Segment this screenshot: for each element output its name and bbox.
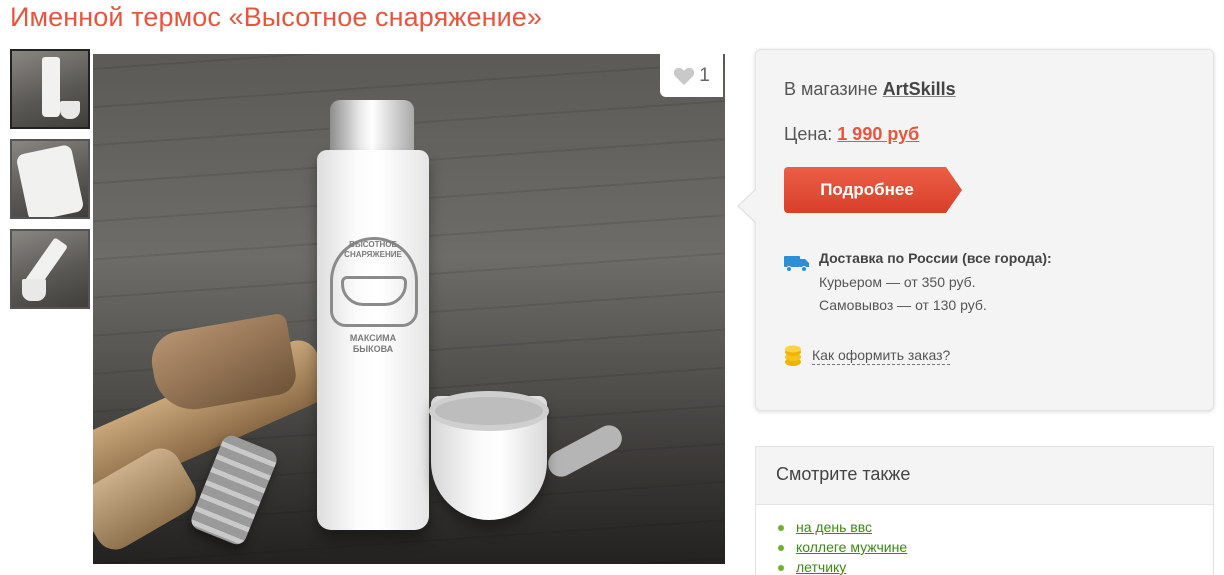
coins-icon [785,345,801,366]
see-also-link[interactable]: на день ввс [796,519,872,535]
like-count: 1 [699,64,710,86]
truck-icon [784,256,809,272]
see-also-link[interactable]: коллеге мужчине [796,539,907,555]
details-button[interactable]: Подробнее [784,167,962,213]
like-button[interactable]: 1 [660,54,723,97]
price-value[interactable]: 1 990 руб [837,124,919,144]
list-item: коллеге мужчине [778,537,1213,557]
thermos-neck [330,100,414,154]
visor-engraving [341,276,407,306]
delivery-pickup: Самовывоз — от 130 руб. [819,297,987,313]
thermos-cup-rim [429,391,549,431]
how-to-order-link[interactable]: Как оформить заказ? [812,346,951,365]
delivery-title: Доставка по России (все города): [819,250,1052,266]
see-also-box: Смотрите также на день ввс коллеге мужчи… [755,446,1214,575]
thumbnail-1[interactable] [10,49,90,129]
list-item: летчику [778,557,1213,575]
thumbnail-list [10,49,92,319]
list-item: на день ввс [778,517,1213,537]
store-label: В магазине [784,79,878,99]
price-label: Цена: [784,124,833,144]
heart-icon [674,67,695,85]
engraving-name-text: МАКСИМА БЫКОВА [349,333,397,354]
see-also-list: на день ввс коллеге мужчине летчику [756,505,1213,575]
delivery-courier: Курьером — от 350 руб. [819,274,976,290]
store-line: В магазине ArtSkills [784,79,956,100]
cup-shape [22,279,46,301]
see-also-link[interactable]: летчику [796,559,846,575]
price-line: Цена: 1 990 руб [784,124,919,145]
panel-pointer-inner [739,189,757,223]
thumbnail-2[interactable] [10,139,90,219]
product-main-image[interactable]: ВЫСОТНОЕ СНАРЯЖЕНИЕ МАКСИМА БЫКОВА [93,54,725,564]
thermos-shape [42,57,60,117]
store-name-link[interactable]: ArtSkills [883,79,956,99]
product-title: Именной термос «Высотное снаряжение» [10,2,543,32]
cup-shape [60,101,80,119]
engraving-top-text: ВЫСОТНОЕ СНАРЯЖЕНИЕ [344,240,402,259]
thumbnail-3[interactable] [10,229,90,309]
see-also-heading: Смотрите также [756,447,1213,505]
